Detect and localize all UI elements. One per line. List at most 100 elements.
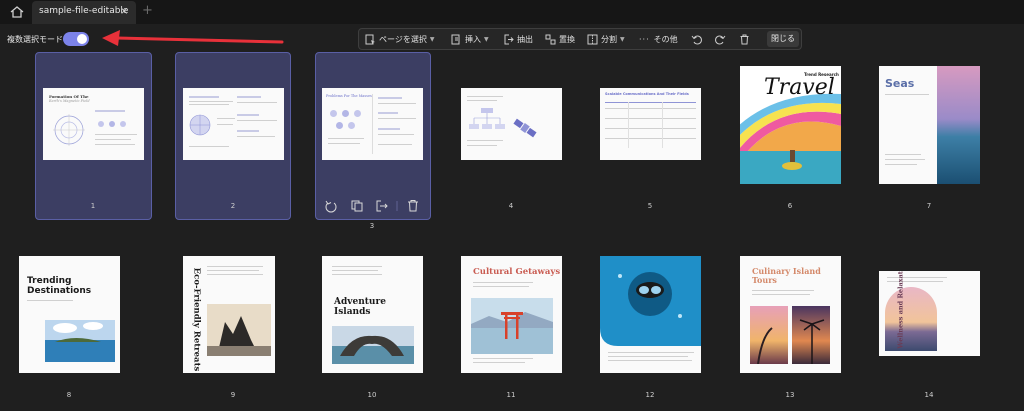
page-thumbnail[interactable] — [461, 88, 562, 160]
page-title: Wellness and Relaxation — [896, 271, 905, 349]
select-pages-icon — [365, 34, 375, 44]
page-thumbnail[interactable] — [600, 256, 701, 373]
undo-icon — [691, 35, 702, 44]
trash-icon[interactable] — [408, 200, 418, 212]
page-thumbnail[interactable]: Problems For The Masses — [322, 88, 423, 160]
diver-photo-image — [600, 256, 701, 346]
page-thumbnail[interactable]: Wellness and Relaxation — [879, 271, 980, 356]
delete-button[interactable] — [739, 29, 753, 49]
redo-icon — [715, 35, 726, 44]
bullet-dot — [354, 110, 361, 117]
text-line — [885, 164, 917, 165]
text-bar — [378, 112, 398, 114]
page-title: Adventure Islands — [334, 297, 386, 317]
page-title: Eco-Friendly Retreats — [191, 267, 202, 372]
text-line — [27, 300, 73, 301]
page-number: 11 — [506, 391, 516, 399]
text-line — [95, 144, 135, 145]
page-thumbnail[interactable]: Culinary Island Tours — [740, 256, 841, 373]
text-line — [885, 159, 925, 160]
split-dropdown[interactable]: 分割 ▼ — [587, 29, 625, 49]
extract-button[interactable]: 抽出 — [503, 29, 533, 49]
text-line — [189, 146, 229, 147]
text-line — [608, 352, 694, 353]
text-line — [189, 104, 229, 105]
undo-button[interactable] — [691, 29, 705, 49]
arch-rock-photo-image — [332, 326, 414, 364]
chevron-down-icon: ▼ — [620, 35, 625, 43]
select-pages-dropdown[interactable]: ページを選択 ▼ — [365, 29, 434, 49]
text-line — [467, 140, 503, 141]
globe-image — [189, 114, 211, 136]
page-thumbnail[interactable]: Eco-Friendly Retreats — [183, 256, 275, 373]
insert-label: 挿入 — [465, 34, 481, 44]
more-label: その他 — [653, 34, 678, 44]
page-number: 10 — [367, 391, 377, 399]
page-number: 6 — [787, 202, 793, 210]
text-line — [207, 266, 263, 267]
page-thumbnail[interactable]: Travel Trend Research — [740, 66, 841, 184]
page-title: Seas — [885, 77, 915, 90]
sea-photo-image — [937, 66, 980, 184]
bullet-dot — [109, 121, 115, 127]
replace-button[interactable]: 置換 — [545, 29, 575, 49]
text-line — [237, 136, 275, 137]
page-thumbnail[interactable]: Seas — [879, 66, 980, 184]
page-subtitle: Trend Research — [804, 72, 839, 77]
multi-select-toggle[interactable] — [63, 32, 89, 46]
document-tab[interactable]: sample-file-editable × — [32, 1, 136, 24]
text-line — [328, 138, 364, 139]
text-line — [378, 144, 412, 145]
rotate-icon[interactable] — [325, 200, 337, 213]
text-line — [207, 274, 263, 275]
text-line — [189, 101, 233, 102]
more-button[interactable]: ··· その他 — [639, 29, 678, 49]
page-thumbnail[interactable]: Adventure Islands — [322, 256, 423, 373]
page-actions — [325, 200, 418, 213]
text-line — [237, 120, 277, 121]
close-button[interactable]: 閉じる — [767, 31, 799, 47]
multi-select-label: 複数選択モード — [7, 35, 63, 44]
text-bar — [189, 96, 219, 98]
page-thumbnail[interactable] — [183, 88, 284, 160]
text-line — [217, 124, 233, 125]
page-toolbar: ページを選択 ▼ 挿入 ▼ 抽出 置換 分割 ▼ ··· その他 閉じる — [358, 28, 802, 50]
bullet-dot — [336, 122, 343, 129]
text-line — [217, 118, 235, 119]
page-number: 1 — [90, 202, 96, 210]
title-bar: sample-file-editable × + — [0, 0, 1024, 24]
divider — [372, 94, 373, 154]
trash-icon — [740, 34, 749, 44]
copy-icon[interactable] — [351, 200, 363, 212]
chevron-down-icon: ▼ — [429, 35, 435, 43]
toggle-knob — [77, 34, 87, 44]
extract-icon[interactable] — [376, 200, 388, 212]
page-title: Culinary Island Tours — [752, 266, 821, 285]
table-row-line — [605, 138, 696, 139]
new-tab-button[interactable]: + — [142, 3, 153, 19]
page-number: 2 — [230, 202, 236, 210]
replace-label: 置換 — [559, 34, 575, 44]
table-row-line — [605, 128, 696, 129]
page-thumbnail[interactable]: Formation Of The Earth's Magnetic Field — [43, 88, 144, 160]
close-icon[interactable]: × — [120, 6, 128, 18]
page-thumbnail[interactable]: Cultural Getaways — [461, 256, 562, 373]
select-pages-label: ページを選択 — [379, 34, 427, 44]
page-number: 4 — [508, 202, 514, 210]
text-bar — [378, 128, 400, 130]
page-thumbnail[interactable]: Scalable Communications And Their Fields — [600, 88, 701, 160]
text-line — [95, 139, 131, 140]
text-line — [378, 103, 416, 104]
sunset-photo-image — [750, 306, 788, 364]
island-photo-image — [45, 320, 115, 362]
text-line — [207, 270, 259, 271]
replace-icon — [545, 34, 556, 44]
chevron-down-icon: ▼ — [484, 35, 489, 43]
redo-button[interactable] — [715, 29, 729, 49]
insert-button[interactable]: 挿入 ▼ — [451, 29, 489, 49]
page-thumbnail[interactable]: Trending Destinations — [19, 256, 120, 373]
text-line — [608, 360, 692, 361]
more-icon: ··· — [639, 34, 650, 44]
annotation-arrow-icon — [102, 30, 284, 46]
home-icon[interactable] — [8, 4, 26, 20]
